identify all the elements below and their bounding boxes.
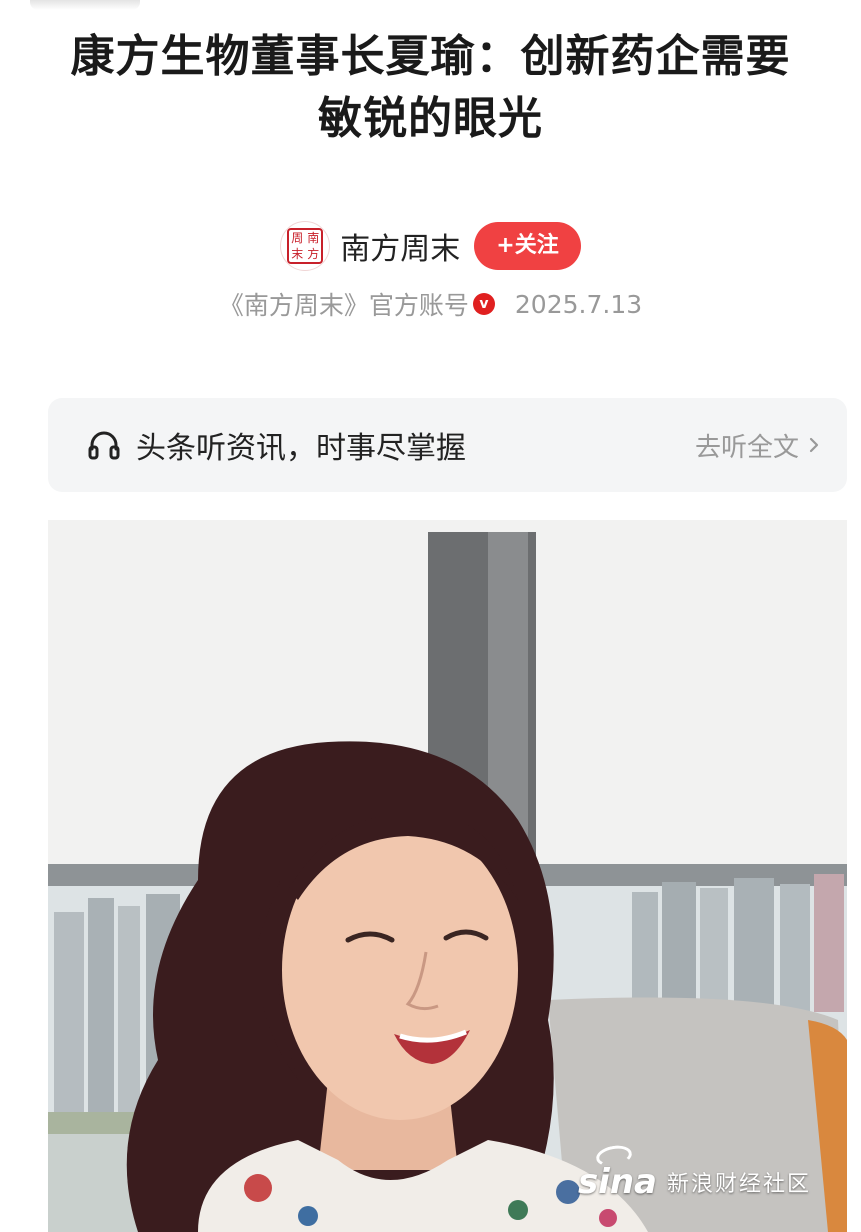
- follow-button[interactable]: +关注: [474, 222, 581, 270]
- headphone-icon: [88, 431, 120, 460]
- article-title: 康方生物董事长夏瑜：创新药企需要敏锐的眼光: [70, 31, 791, 144]
- listen-link-label: 去听全文: [694, 432, 799, 463]
- verified-badge-icon: v: [472, 293, 495, 315]
- account-description: 《南方周末》官方账号: [218, 291, 469, 320]
- article-photo[interactable]: sina 新浪财经社区: [48, 520, 847, 1232]
- publish-date: 2025.7.13: [514, 289, 643, 319]
- author-row: 周 南 末 方 南方周末 +关注: [0, 218, 861, 274]
- previous-element-fade: [30, 0, 140, 10]
- portrait-illustration: [48, 520, 847, 1232]
- listen-full-article-link[interactable]: 去听全文: [695, 427, 823, 464]
- sina-logo: sina: [578, 1143, 657, 1202]
- chevron-right-icon: [809, 437, 819, 453]
- author-avatar[interactable]: 周 南 末 方: [280, 221, 331, 271]
- watermark-text: 新浪财经社区: [666, 1172, 811, 1197]
- listen-audio-bar[interactable]: 头条听资讯，时事尽掌握 去听全文: [48, 398, 847, 492]
- article-meta: 《南方周末》官方账号 v 2025.7.13: [0, 286, 861, 322]
- author-name[interactable]: 南方周末: [340, 224, 460, 268]
- listen-promo-text: 头条听资讯，时事尽掌握: [136, 431, 466, 466]
- seal-logo-icon: 周 南 末 方: [287, 228, 324, 264]
- sina-watermark: sina 新浪财经社区: [578, 1143, 811, 1202]
